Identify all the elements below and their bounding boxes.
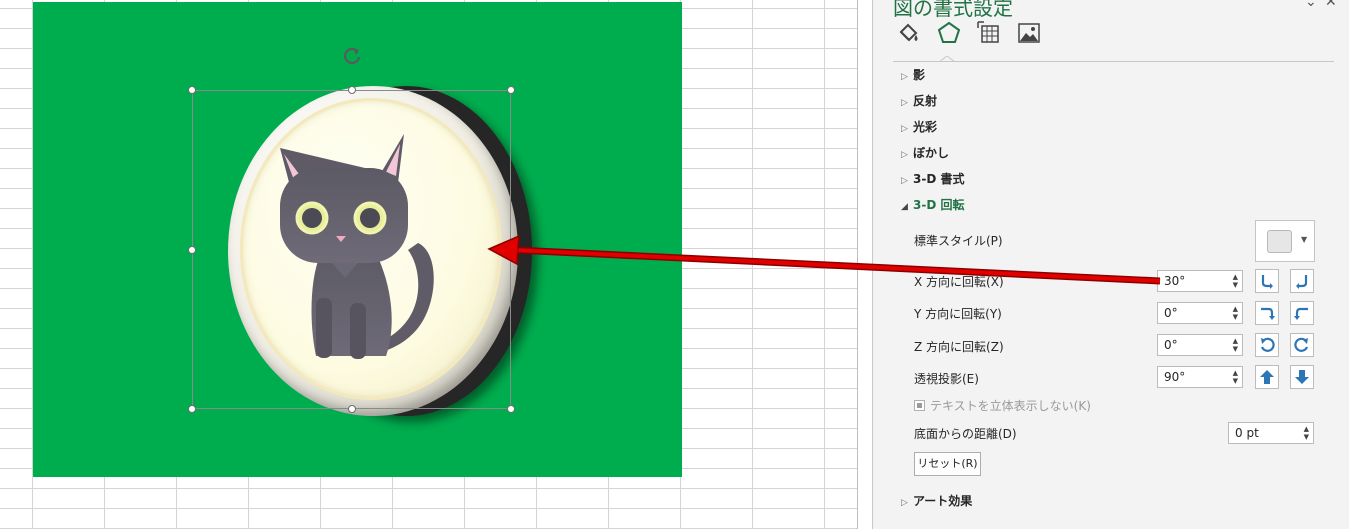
x-rotation-label: X 方向に回転(X) <box>914 275 1004 289</box>
distance-label: 底面からの距離(D) <box>914 427 1017 441</box>
spin-up-icon[interactable]: ▲ <box>1233 338 1238 345</box>
rotate-up-icon <box>1261 307 1275 320</box>
size-properties-icon[interactable] <box>976 20 1002 46</box>
presets-label: 標準スタイル(P) <box>914 234 1003 248</box>
section-glow-label: 光彩 <box>913 120 938 134</box>
rotate-right-icon <box>1296 275 1308 289</box>
resize-handle-bottom-right[interactable] <box>507 405 515 413</box>
spin-down-icon[interactable]: ▼ <box>1304 434 1309 441</box>
close-icon[interactable]: ✕ <box>1325 0 1337 10</box>
perspective-decrease-button[interactable] <box>1290 365 1314 389</box>
picture-selection-frame <box>192 90 511 409</box>
rotate-left-icon <box>1261 275 1273 289</box>
resize-handle-bottom-left[interactable] <box>188 405 196 413</box>
x-rotation-value: 30° <box>1164 274 1186 288</box>
distance-value: 0 pt <box>1235 426 1259 440</box>
rotate-down-icon <box>1294 307 1308 320</box>
section-3d-rotation[interactable]: ◢ 3-D 回転 <box>901 197 964 213</box>
expand-icon: ▷ <box>901 124 908 134</box>
expand-icon: ▷ <box>901 72 908 82</box>
section-3d-format-label: 3-D 書式 <box>913 172 965 186</box>
expand-icon: ▷ <box>901 150 908 160</box>
reset-button[interactable]: リセット(R) <box>914 452 981 476</box>
resize-handle-top[interactable] <box>348 86 356 94</box>
section-shadow-label: 影 <box>913 68 926 82</box>
z-rotate-cw-button[interactable] <box>1255 333 1279 357</box>
collapse-icon: ◢ <box>901 202 908 212</box>
chevron-down-icon: ▼ <box>1301 235 1308 244</box>
pane-splitter[interactable] <box>857 0 873 529</box>
resize-handle-top-left[interactable] <box>188 86 196 94</box>
section-shadow[interactable]: ▷ 影 <box>901 67 925 83</box>
preset-swatch <box>1267 230 1292 253</box>
picture-icon[interactable] <box>1016 20 1042 46</box>
pane-scrollbar[interactable] <box>1339 0 1349 529</box>
rotate-clockwise-icon <box>1260 337 1275 352</box>
arrow-down-icon <box>1295 370 1309 384</box>
arrow-up-icon <box>1260 370 1274 384</box>
rotate-handle-icon[interactable] <box>341 45 363 67</box>
section-soft-edges-label: ぼかし <box>913 146 950 160</box>
section-3d-rotation-label: 3-D 回転 <box>913 198 965 212</box>
spin-down-icon[interactable]: ▼ <box>1233 346 1238 353</box>
format-picture-pane: 図の書式設定 ⌄ ✕ ▷ 影 ▷ 反射 ▷ 光彩 ▷ ぼかし ▷ 3-D 書式 ◢ 3-D … <box>873 0 1349 529</box>
resize-handle-left[interactable] <box>188 246 196 254</box>
section-reflection[interactable]: ▷ 反射 <box>901 93 937 109</box>
paint-bucket-icon[interactable] <box>895 20 921 46</box>
section-artistic-effects[interactable]: ▷ アート効果 <box>901 493 972 509</box>
spin-up-icon[interactable]: ▲ <box>1304 426 1309 433</box>
spin-up-icon[interactable]: ▲ <box>1233 306 1238 313</box>
rotate-counterclockwise-icon <box>1294 337 1309 352</box>
spin-up-icon[interactable]: ▲ <box>1233 274 1238 281</box>
perspective-label: 透視投影(E) <box>914 372 979 386</box>
pane-title: 図の書式設定 <box>893 0 1013 20</box>
y-rotation-value: 0° <box>1164 306 1178 320</box>
spin-down-icon[interactable]: ▼ <box>1233 378 1238 385</box>
section-artistic-effects-label: アート効果 <box>913 494 973 508</box>
z-rotation-input[interactable]: 0° ▲ ▼ <box>1157 334 1243 356</box>
spin-down-icon[interactable]: ▼ <box>1233 314 1238 321</box>
presets-dropdown[interactable]: ▼ <box>1255 220 1315 262</box>
expand-icon: ▷ <box>901 176 908 186</box>
section-soft-edges[interactable]: ▷ ぼかし <box>901 145 949 161</box>
worksheet-grid[interactable] <box>0 0 857 529</box>
spin-up-icon[interactable]: ▲ <box>1233 370 1238 377</box>
x-rotate-left-button[interactable] <box>1255 269 1279 293</box>
keep-text-flat-checkbox[interactable] <box>914 400 925 411</box>
z-rotate-ccw-button[interactable] <box>1290 333 1314 357</box>
section-glow[interactable]: ▷ 光彩 <box>901 119 937 135</box>
y-rotate-down-button[interactable] <box>1290 301 1314 325</box>
distance-input[interactable]: 0 pt ▲ ▼ <box>1228 422 1314 444</box>
perspective-increase-button[interactable] <box>1255 365 1279 389</box>
pentagon-icon[interactable] <box>936 20 962 46</box>
perspective-value: 90° <box>1164 370 1186 384</box>
z-rotation-value: 0° <box>1164 338 1178 352</box>
spin-down-icon[interactable]: ▼ <box>1233 282 1238 289</box>
x-rotation-input[interactable]: 30° ▲ ▼ <box>1157 270 1243 292</box>
expand-icon: ▷ <box>901 498 908 508</box>
expand-icon: ▷ <box>901 98 908 108</box>
z-rotation-label: Z 方向に回転(Z) <box>914 340 1004 354</box>
resize-handle-bottom[interactable] <box>348 405 356 413</box>
section-3d-format[interactable]: ▷ 3-D 書式 <box>901 171 964 187</box>
section-reflection-label: 反射 <box>913 94 938 108</box>
y-rotation-input[interactable]: 0° ▲ ▼ <box>1157 302 1243 324</box>
pane-options-icon[interactable]: ⌄ <box>1305 0 1317 10</box>
y-rotation-label: Y 方向に回転(Y) <box>914 307 1002 321</box>
resize-handle-top-right[interactable] <box>507 86 515 94</box>
x-rotate-right-button[interactable] <box>1290 269 1314 293</box>
keep-text-flat-label: テキストを立体表示しない(K) <box>930 399 1091 413</box>
pane-tab-divider <box>893 61 1334 62</box>
y-rotate-up-button[interactable] <box>1255 301 1279 325</box>
perspective-input[interactable]: 90° ▲ ▼ <box>1157 366 1243 388</box>
